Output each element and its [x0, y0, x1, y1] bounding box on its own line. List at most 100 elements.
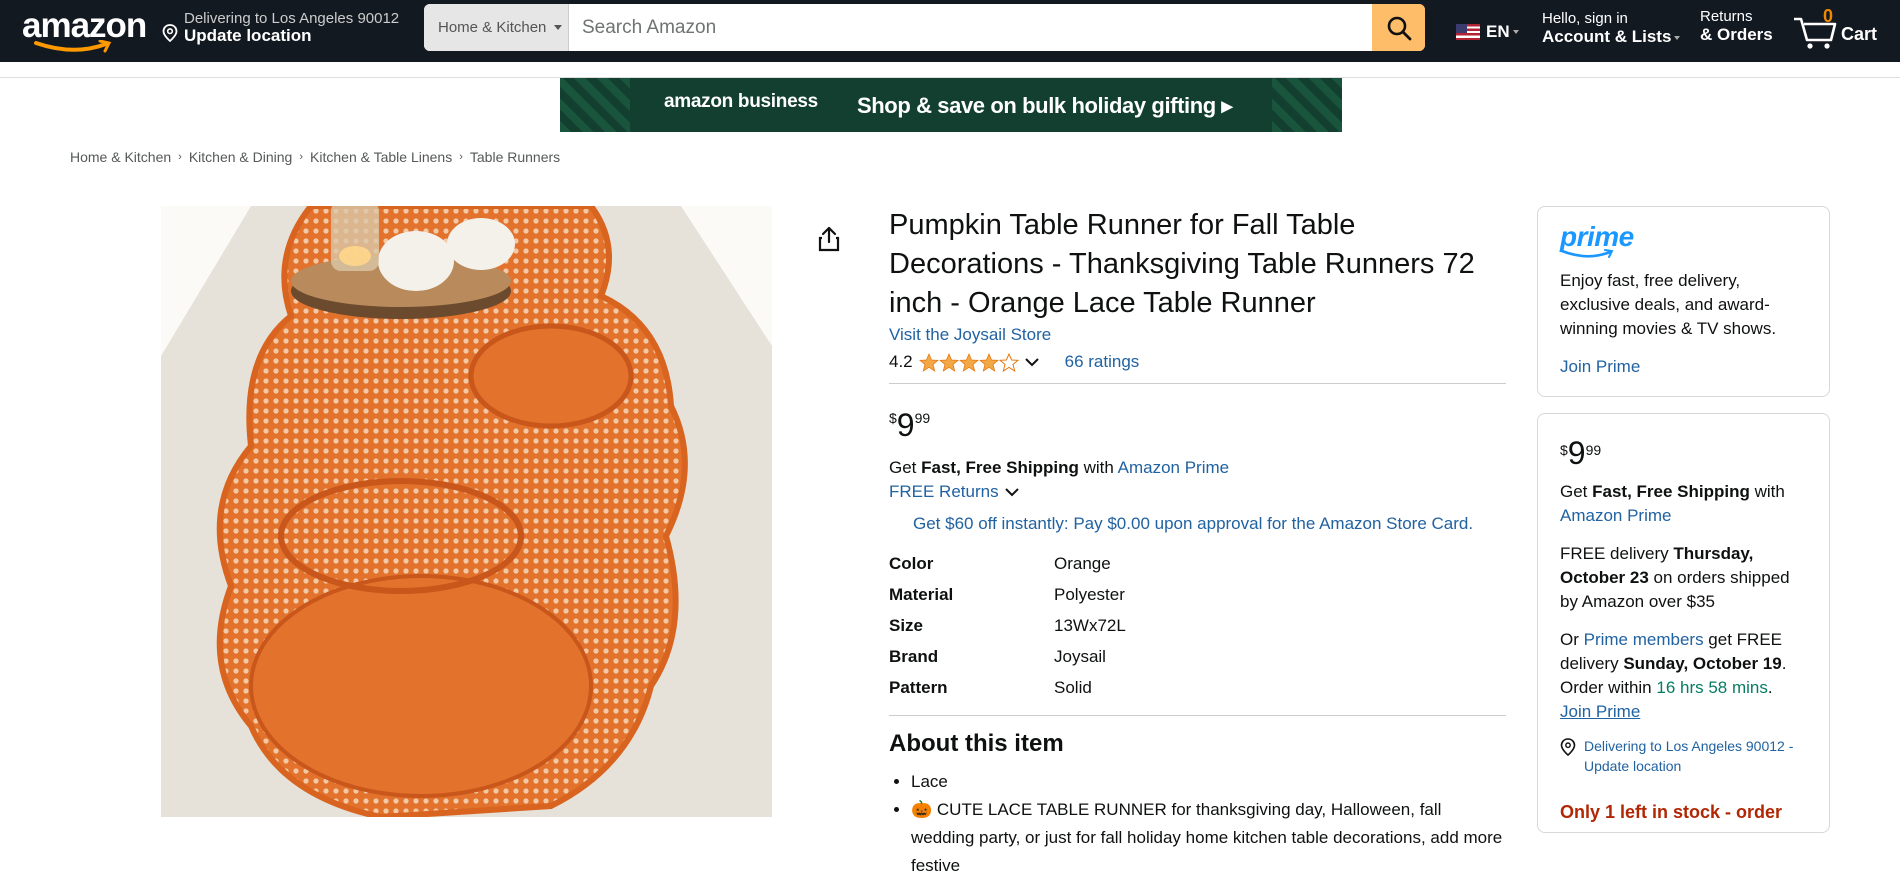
breadcrumb-separator-icon: ›	[178, 151, 182, 163]
spec-key: Pattern	[889, 678, 948, 697]
spec-key: Color	[889, 554, 934, 573]
chevron-down-icon	[1004, 488, 1019, 497]
fastest-delivery-info: Or Prime members get FREE delivery Sunda…	[1560, 628, 1807, 724]
ship-bold: Fast, Free Shipping	[1592, 482, 1750, 501]
spec-value: 13Wx72L	[1054, 616, 1126, 635]
breadcrumb-item[interactable]: Kitchen & Dining	[189, 149, 293, 165]
star-empty-icon	[998, 352, 1019, 372]
ship-prefix: Get	[1560, 482, 1593, 501]
store-card-offer[interactable]: Get $60 off instantly: Pay $0.00 upon ap…	[889, 514, 1506, 534]
spec-row: Brand Joysail	[889, 647, 1506, 678]
account-lists-menu[interactable]: Hello, sign in Account & Lists	[1542, 10, 1681, 47]
banner-decoration	[560, 78, 630, 132]
update-location-link[interactable]: Update location	[184, 26, 312, 46]
search-button[interactable]	[1372, 4, 1425, 51]
about-bullets: Lace 🎃 CUTE LACE TABLE RUNNER for thanks…	[889, 768, 1506, 880]
period: .	[1767, 678, 1773, 697]
spec-row: Material Polyester	[889, 585, 1506, 616]
amazon-prime-link[interactable]: Amazon Prime	[1118, 458, 1229, 477]
smile-arrow-icon	[34, 40, 112, 53]
returns-label: Returns	[1700, 8, 1753, 25]
breadcrumb-separator-icon: ›	[299, 151, 304, 163]
product-photo	[161, 206, 772, 817]
star-full-icon	[918, 352, 939, 372]
amazon-business-logo: amazon business	[664, 91, 818, 112]
price-whole: 9	[896, 407, 915, 443]
product-main-image[interactable]	[161, 206, 772, 817]
returns-orders-link[interactable]: Returns & Orders	[1700, 8, 1773, 45]
search-category-label: Home & Kitchen	[438, 19, 547, 36]
breadcrumb-separator-icon: ›	[459, 151, 463, 163]
rating-row: 4.2 66 ratings	[889, 351, 1506, 373]
delivery-prefix: FREE delivery	[1560, 544, 1674, 563]
chevron-down-icon[interactable]	[1024, 357, 1039, 367]
product-details: Pumpkin Table Runner for Fall Table Deco…	[889, 206, 1506, 880]
product-specs-table: Color Orange Material Polyester Size 13Wx72…	[889, 554, 1506, 709]
list-item: 🎃 CUTE LACE TABLE RUNNER for thanksgivin…	[911, 796, 1506, 880]
star-full-icon	[978, 352, 999, 372]
divider	[889, 715, 1506, 716]
product-title: Pumpkin Table Runner for Fall Table Deco…	[889, 209, 1475, 319]
buy-box: $ 9 99 Get Fast, Free Shipping with Amaz…	[1537, 413, 1830, 833]
account-greeting: Hello, sign in	[1542, 10, 1628, 27]
prime-description: Enjoy fast, free delivery, exclusive dea…	[1560, 271, 1777, 338]
search-icon	[1387, 16, 1411, 40]
spec-value: Polyester	[1054, 585, 1125, 604]
search-category-dropdown[interactable]: Home & Kitchen	[424, 4, 569, 51]
price-fraction: 99	[914, 410, 931, 426]
ship-bold: Fast, Free Shipping	[921, 458, 1079, 477]
prime-promo-box: prime Enjoy fast, free delivery, exclusi…	[1537, 206, 1830, 397]
amazon-prime-link[interactable]: Amazon Prime	[1560, 506, 1671, 525]
ship-mid: with	[1749, 482, 1785, 501]
breadcrumb-item[interactable]: Home & Kitchen	[70, 149, 171, 165]
price-fraction: 99	[1585, 442, 1602, 458]
update-location-link[interactable]: Delivering to Los Angeles 90012 - Update…	[1584, 736, 1807, 776]
search-input[interactable]	[570, 4, 1370, 51]
price-symbol: $	[1560, 442, 1568, 458]
free-returns-link[interactable]: FREE Returns	[889, 482, 999, 502]
breadcrumb-item[interactable]: Table Runners	[470, 149, 560, 165]
join-prime-link[interactable]: Join Prime	[1560, 702, 1640, 721]
spec-key: Brand	[889, 647, 939, 666]
account-lists-label: Account & Lists	[1542, 27, 1672, 46]
caret-down-icon	[554, 25, 563, 30]
language-label: EN	[1486, 22, 1510, 41]
spec-row: Size 13Wx72L	[889, 616, 1506, 647]
buy-box-location[interactable]: Delivering to Los Angeles 90012 - Update…	[1560, 736, 1807, 776]
join-prime-link[interactable]: Join Prime	[1560, 355, 1807, 379]
share-button[interactable]	[818, 226, 840, 257]
countdown-timer: 16 hrs 58 mins	[1656, 678, 1768, 697]
ratings-count-link[interactable]: 66 ratings	[1065, 352, 1140, 372]
rating-value: 4.2	[889, 352, 913, 371]
buy-box-price: $ 9 99	[1560, 436, 1807, 470]
language-selector[interactable]: EN	[1456, 22, 1519, 42]
cart-count: 0	[1823, 6, 1834, 26]
price-symbol: $	[889, 410, 897, 426]
store-link[interactable]: Visit the Joysail Store	[889, 325, 1506, 345]
list-item: Lace	[911, 768, 1506, 796]
spec-key: Material	[889, 585, 954, 604]
us-flag-icon	[1456, 24, 1480, 40]
price-whole: 9	[1567, 435, 1586, 471]
amazon-logo[interactable]: amazon	[22, 6, 147, 53]
price: $ 9 99	[889, 408, 1506, 442]
star-rating[interactable]	[918, 352, 1019, 372]
banner-message: Shop & save on bulk holiday gifting ▸	[857, 93, 1233, 118]
prime-members-link[interactable]: Prime members	[1584, 630, 1704, 649]
cart-button[interactable]: 0 Cart	[1793, 6, 1893, 52]
star-full-icon	[958, 352, 979, 372]
spec-key: Size	[889, 616, 924, 635]
stock-status: Only 1 left in stock - order	[1560, 802, 1783, 822]
promo-banner[interactable]: amazon business Shop & save on bulk holi…	[560, 78, 1342, 132]
breadcrumb-item[interactable]: Kitchen & Table Linens	[310, 149, 452, 165]
caret-down-icon	[1674, 35, 1681, 40]
free-returns[interactable]: FREE Returns	[889, 482, 1506, 502]
search-bar: Home & Kitchen	[424, 4, 1425, 51]
ship-mid: with	[1078, 458, 1118, 477]
free-delivery-info: FREE delivery Thursday, October 23 on or…	[1560, 542, 1807, 614]
fast-delivery-date: Sunday, October 19	[1623, 654, 1782, 673]
divider	[889, 383, 1506, 384]
share-icon	[818, 226, 840, 252]
spec-row: Color Orange	[889, 554, 1506, 585]
prime-logo: prime	[1560, 221, 1634, 252]
